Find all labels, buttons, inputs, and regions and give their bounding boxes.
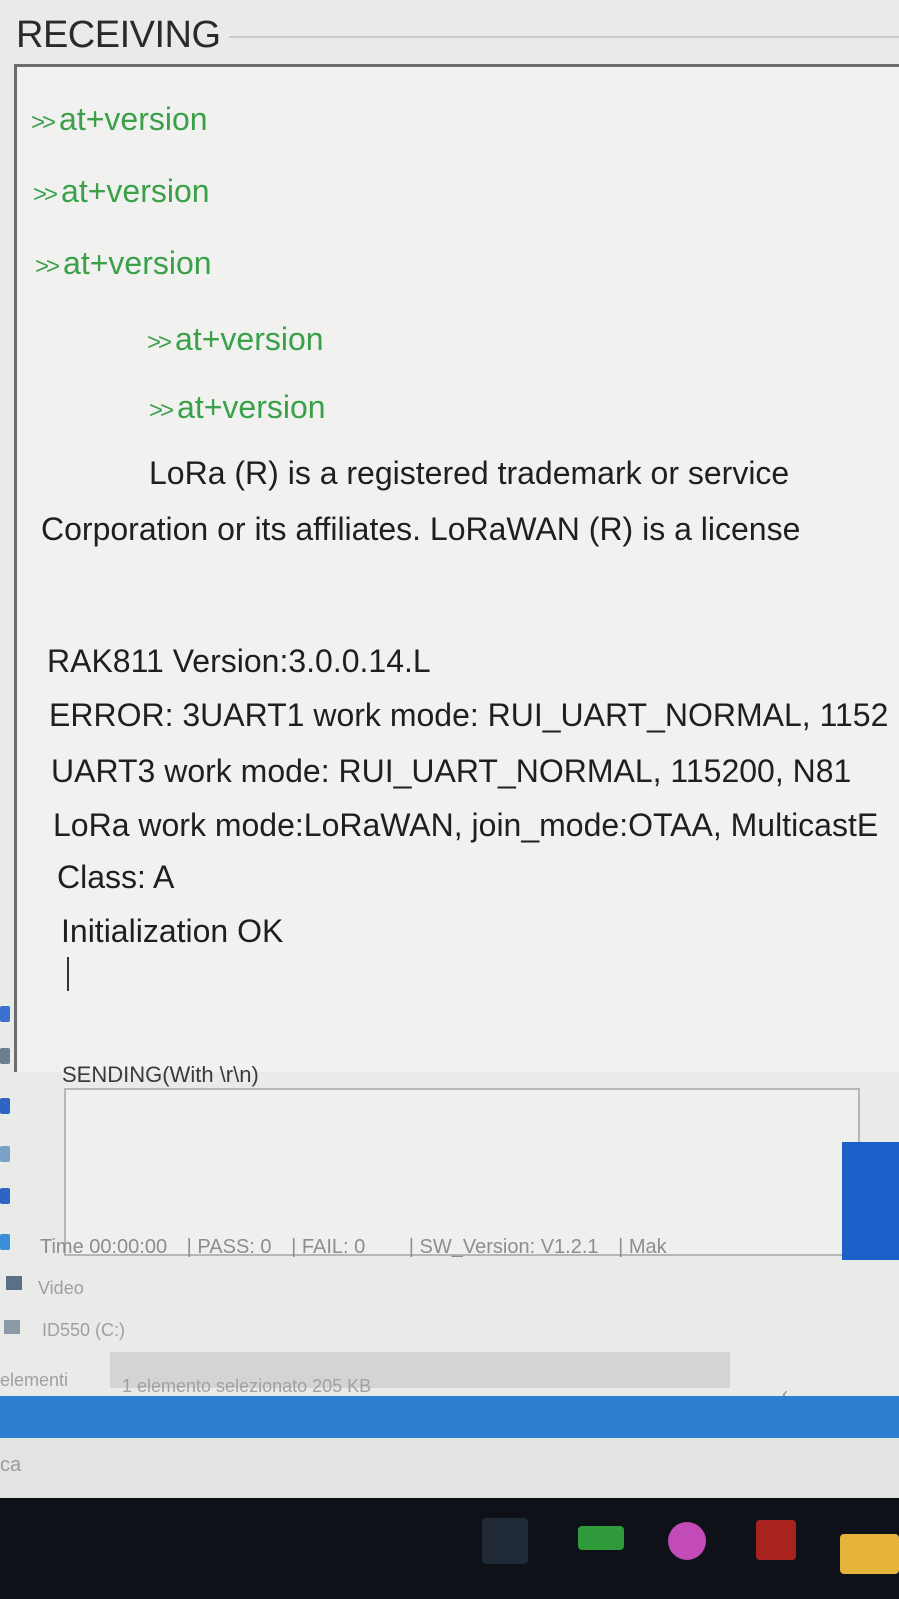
status-pass: | PASS: 0: [186, 1236, 272, 1258]
log-line-init: Initialization OK: [61, 913, 284, 949]
search-box-fragment[interactable]: ca: [0, 1454, 21, 1477]
log-line-1: >> at+version: [31, 101, 208, 137]
edge-app-icon[interactable]: [0, 1188, 10, 1204]
log-line-4: >> at+version: [147, 321, 324, 357]
log-line-lora-mode: LoRa work mode:LoRaWAN, join_mode:OTAA, …: [53, 807, 879, 843]
log-line-version: RAK811 Version:3.0.0.14.L: [47, 643, 431, 679]
edge-app-icon[interactable]: [0, 1146, 10, 1162]
drive-icon: [4, 1320, 20, 1334]
sending-input[interactable]: [64, 1088, 860, 1256]
text-caret: [67, 957, 69, 991]
sending-label: SENDING(With \r\n): [62, 1062, 259, 1087]
edge-app-icon[interactable]: [0, 1048, 10, 1064]
window-border-band: [0, 1396, 899, 1438]
edge-app-icon[interactable]: [0, 1098, 10, 1114]
log-line-error: ERROR: 3UART1 work mode: RUI_UART_NORMAL…: [49, 697, 889, 733]
explorer-video[interactable]: Video: [38, 1278, 84, 1299]
explorer-selection-info: 1 elemento selezionato 205 KB: [122, 1376, 372, 1396]
status-sw-version: | SW_Version: V1.2.1: [408, 1236, 599, 1258]
log-lines: >> at+version >> at+version >> at+version >…: [17, 67, 899, 1072]
receiving-group-rule: [215, 36, 899, 38]
log-line-class: Class: A: [57, 859, 175, 895]
status-fail: | FAIL: 0: [291, 1236, 366, 1258]
log-line-2: >> at+version: [33, 173, 210, 209]
explorer-drive[interactable]: ID550 (C:): [42, 1320, 125, 1341]
log-line-5: >> at+version: [149, 389, 326, 425]
task-view-icon[interactable]: [482, 1518, 528, 1564]
taskbar-app-icon[interactable]: [578, 1526, 624, 1550]
status-time: Time 00:00:00: [40, 1236, 168, 1258]
log-line-uart3: UART3 work mode: RUI_UART_NORMAL, 115200…: [51, 753, 852, 789]
file-explorer-icon[interactable]: [840, 1534, 899, 1574]
taskbar: [0, 1498, 899, 1599]
explorer-items-count: elementi: [0, 1370, 69, 1390]
status-make: | Mak: [618, 1236, 667, 1258]
status-bar: Time 00:00:00 | PASS: 0 | FAIL: 0 | SW_V…: [40, 1236, 899, 1264]
edge-app-icon[interactable]: [0, 1234, 10, 1250]
log-line-3: >> at+version: [35, 245, 212, 281]
log-line-trademark: LoRa (R) is a registered trademark or se…: [149, 455, 790, 491]
receiving-log[interactable]: >> at+version >> at+version >> at+version >…: [14, 64, 899, 1072]
taskbar-app-icon[interactable]: [756, 1520, 796, 1560]
receiving-title: RECEIVING: [16, 14, 229, 57]
lower-window-area: [0, 1438, 899, 1498]
video-folder-icon: [6, 1276, 22, 1290]
edge-app-icon[interactable]: [0, 1006, 10, 1022]
taskbar-app-icon[interactable]: [668, 1522, 706, 1560]
log-line-corporation: Corporation or its affiliates. LoRaWAN (…: [41, 511, 801, 547]
